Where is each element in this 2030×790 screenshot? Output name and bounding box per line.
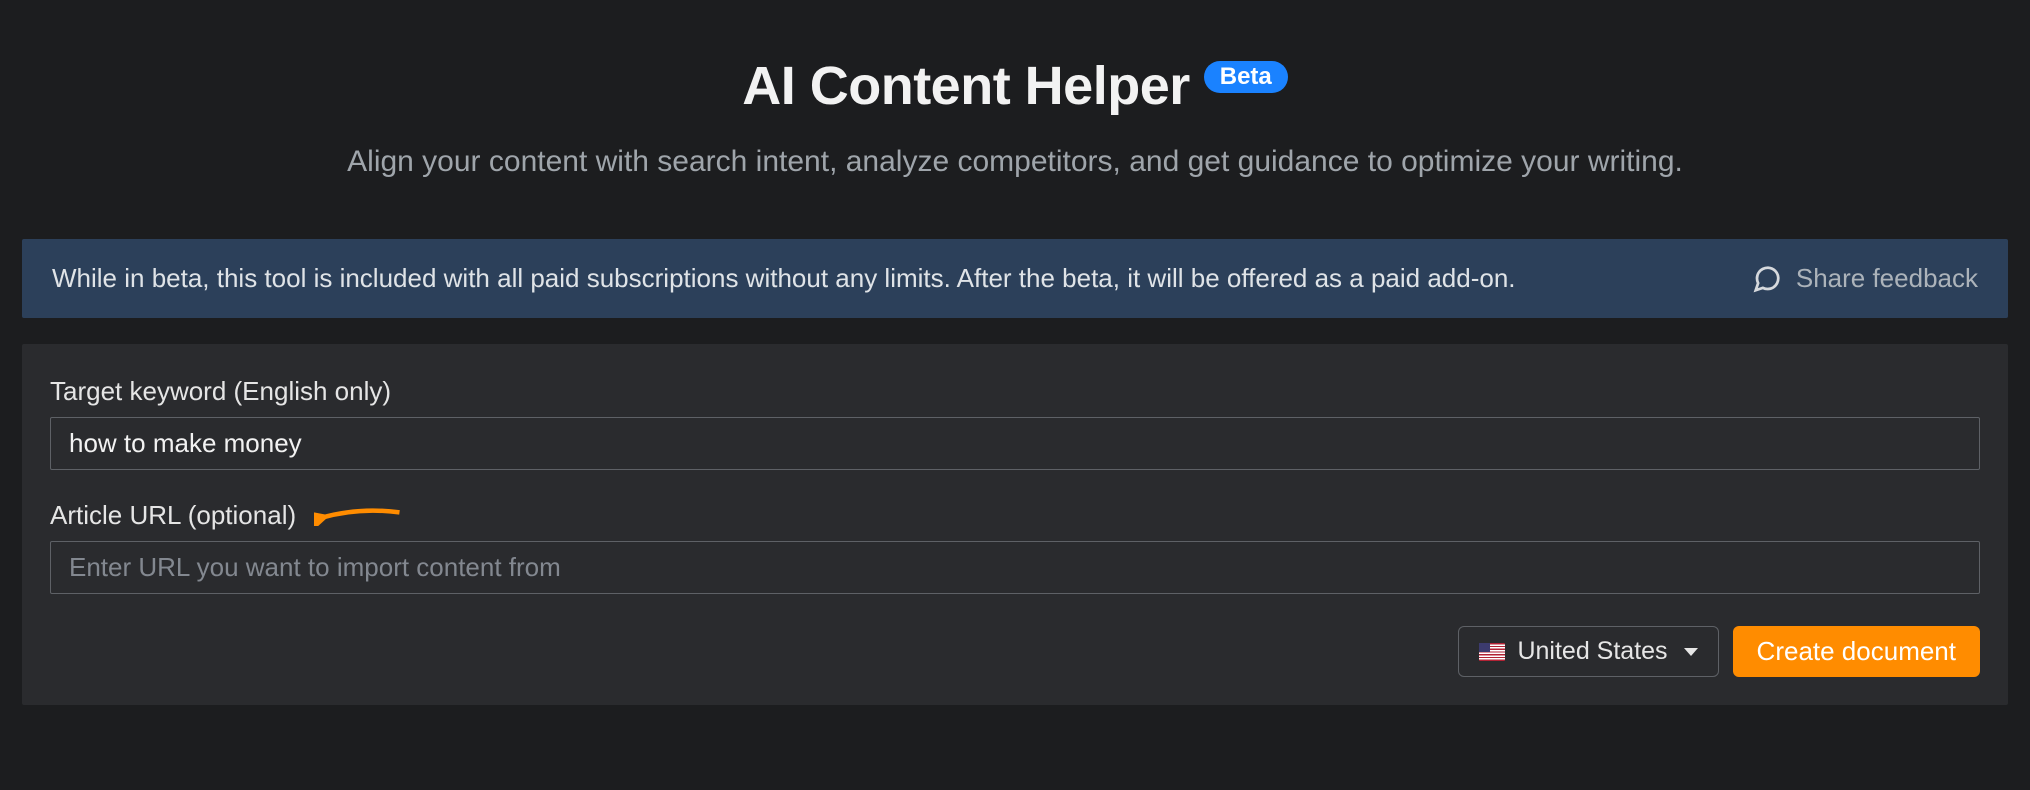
page-subtitle: Align your content with search intent, a… (22, 145, 2008, 179)
form-panel: Target keyword (English only) Article UR… (22, 344, 2008, 705)
beta-notice-bar: While in beta, this tool is included wit… (22, 239, 2008, 318)
article-url-input[interactable] (50, 541, 1980, 594)
share-feedback-label: Share feedback (1796, 263, 1978, 294)
hero-section: AI Content Helper Beta Align your conten… (22, 0, 2008, 219)
beta-notice-text: While in beta, this tool is included wit… (52, 263, 1752, 294)
country-select[interactable]: United States (1458, 626, 1718, 677)
article-url-field-label: Article URL (optional) (50, 500, 296, 531)
chevron-down-icon (1684, 648, 1698, 656)
page-title: AI Content Helper (742, 55, 1190, 117)
country-select-label: United States (1517, 637, 1667, 666)
share-feedback-link[interactable]: Share feedback (1752, 263, 1978, 294)
us-flag-icon (1479, 643, 1505, 661)
create-document-button[interactable]: Create document (1733, 626, 1980, 677)
target-keyword-input[interactable] (50, 417, 1980, 470)
comment-icon (1752, 264, 1782, 294)
keyword-field-label: Target keyword (English only) (50, 376, 1980, 407)
beta-badge: Beta (1204, 61, 1288, 93)
arrow-annotation-icon (314, 506, 404, 526)
